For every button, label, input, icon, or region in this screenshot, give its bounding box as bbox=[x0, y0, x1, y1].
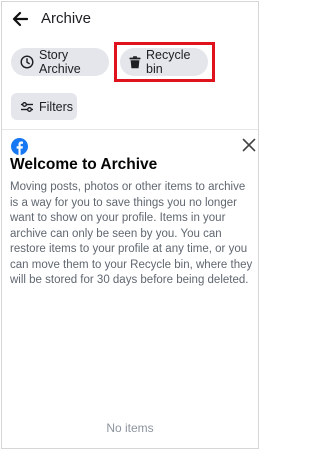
welcome-title: Welcome to Archive bbox=[10, 156, 158, 173]
arrow-left-icon[interactable] bbox=[12, 11, 28, 27]
tab-recycle-bin-label: Recycle bin bbox=[146, 48, 191, 76]
facebook-logo bbox=[11, 138, 28, 155]
empty-state-text: No items bbox=[106, 421, 154, 435]
archive-screen: Archive Story Archive Recycle bin Filter… bbox=[1, 1, 259, 449]
sliders-icon bbox=[21, 101, 33, 112]
page-title: Archive bbox=[41, 10, 92, 27]
section-divider bbox=[2, 129, 258, 130]
filters-button[interactable]: Filters bbox=[11, 93, 77, 120]
clock-icon bbox=[20, 55, 34, 69]
trash-icon bbox=[129, 55, 141, 68]
tab-recycle-bin[interactable]: Recycle bin bbox=[120, 48, 208, 76]
tab-story-archive[interactable]: Story Archive bbox=[11, 48, 109, 76]
filters-label: Filters bbox=[39, 99, 74, 114]
tab-story-archive-label: Story Archive bbox=[39, 48, 81, 76]
app-header: Archive bbox=[2, 2, 258, 36]
welcome-description: Moving posts, photos or other items to a… bbox=[10, 181, 253, 286]
close-icon[interactable] bbox=[242, 138, 256, 152]
